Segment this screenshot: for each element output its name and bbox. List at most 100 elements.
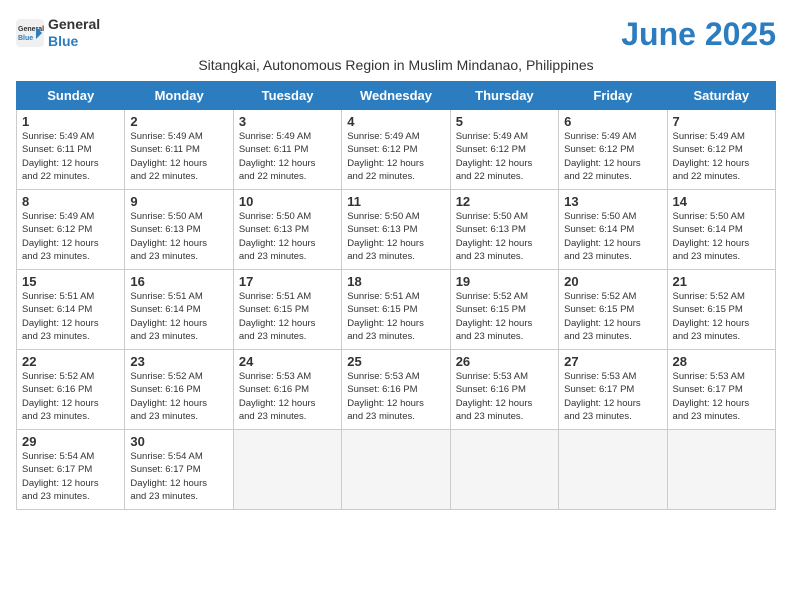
- day-info: Sunrise: 5:53 AM Sunset: 6:17 PM Dayligh…: [564, 370, 661, 423]
- day-info: Sunrise: 5:53 AM Sunset: 6:16 PM Dayligh…: [347, 370, 444, 423]
- day-info: Sunrise: 5:49 AM Sunset: 6:11 PM Dayligh…: [130, 130, 227, 183]
- day-number: 28: [673, 354, 770, 369]
- day-number: 11: [347, 194, 444, 209]
- day-number: 18: [347, 274, 444, 289]
- weekday-header-tuesday: Tuesday: [233, 82, 341, 110]
- day-number: 6: [564, 114, 661, 129]
- calendar-cell: 4Sunrise: 5:49 AM Sunset: 6:12 PM Daylig…: [342, 110, 450, 190]
- day-number: 12: [456, 194, 553, 209]
- day-info: Sunrise: 5:49 AM Sunset: 6:12 PM Dayligh…: [456, 130, 553, 183]
- day-number: 26: [456, 354, 553, 369]
- calendar-cell: 1Sunrise: 5:49 AM Sunset: 6:11 PM Daylig…: [17, 110, 125, 190]
- day-number: 24: [239, 354, 336, 369]
- calendar-cell: [667, 430, 775, 510]
- svg-text:Blue: Blue: [18, 35, 33, 42]
- day-info: Sunrise: 5:49 AM Sunset: 6:11 PM Dayligh…: [22, 130, 119, 183]
- day-number: 4: [347, 114, 444, 129]
- calendar-cell: 21Sunrise: 5:52 AM Sunset: 6:15 PM Dayli…: [667, 270, 775, 350]
- calendar-cell: 9Sunrise: 5:50 AM Sunset: 6:13 PM Daylig…: [125, 190, 233, 270]
- calendar-cell: 20Sunrise: 5:52 AM Sunset: 6:15 PM Dayli…: [559, 270, 667, 350]
- calendar-cell: 16Sunrise: 5:51 AM Sunset: 6:14 PM Dayli…: [125, 270, 233, 350]
- calendar-cell: 29Sunrise: 5:54 AM Sunset: 6:17 PM Dayli…: [17, 430, 125, 510]
- day-number: 22: [22, 354, 119, 369]
- day-info: Sunrise: 5:50 AM Sunset: 6:13 PM Dayligh…: [456, 210, 553, 263]
- calendar-cell: [342, 430, 450, 510]
- weekday-header-saturday: Saturday: [667, 82, 775, 110]
- day-info: Sunrise: 5:51 AM Sunset: 6:15 PM Dayligh…: [347, 290, 444, 343]
- day-number: 17: [239, 274, 336, 289]
- weekday-header-monday: Monday: [125, 82, 233, 110]
- day-number: 8: [22, 194, 119, 209]
- day-number: 19: [456, 274, 553, 289]
- day-number: 20: [564, 274, 661, 289]
- day-info: Sunrise: 5:53 AM Sunset: 6:16 PM Dayligh…: [456, 370, 553, 423]
- day-info: Sunrise: 5:52 AM Sunset: 6:16 PM Dayligh…: [130, 370, 227, 423]
- day-info: Sunrise: 5:51 AM Sunset: 6:14 PM Dayligh…: [130, 290, 227, 343]
- day-number: 14: [673, 194, 770, 209]
- calendar-cell: 14Sunrise: 5:50 AM Sunset: 6:14 PM Dayli…: [667, 190, 775, 270]
- day-number: 16: [130, 274, 227, 289]
- day-info: Sunrise: 5:52 AM Sunset: 6:15 PM Dayligh…: [456, 290, 553, 343]
- day-info: Sunrise: 5:49 AM Sunset: 6:12 PM Dayligh…: [564, 130, 661, 183]
- logo: General Blue General Blue: [16, 16, 100, 50]
- day-number: 1: [22, 114, 119, 129]
- calendar-cell: 27Sunrise: 5:53 AM Sunset: 6:17 PM Dayli…: [559, 350, 667, 430]
- day-number: 7: [673, 114, 770, 129]
- calendar-cell: 28Sunrise: 5:53 AM Sunset: 6:17 PM Dayli…: [667, 350, 775, 430]
- calendar-cell: 13Sunrise: 5:50 AM Sunset: 6:14 PM Dayli…: [559, 190, 667, 270]
- day-number: 21: [673, 274, 770, 289]
- month-title: June 2025: [621, 16, 776, 53]
- day-info: Sunrise: 5:50 AM Sunset: 6:13 PM Dayligh…: [239, 210, 336, 263]
- day-info: Sunrise: 5:49 AM Sunset: 6:12 PM Dayligh…: [673, 130, 770, 183]
- calendar-cell: 23Sunrise: 5:52 AM Sunset: 6:16 PM Dayli…: [125, 350, 233, 430]
- calendar-cell: 6Sunrise: 5:49 AM Sunset: 6:12 PM Daylig…: [559, 110, 667, 190]
- day-number: 2: [130, 114, 227, 129]
- calendar-cell: 25Sunrise: 5:53 AM Sunset: 6:16 PM Dayli…: [342, 350, 450, 430]
- day-info: Sunrise: 5:51 AM Sunset: 6:15 PM Dayligh…: [239, 290, 336, 343]
- calendar-cell: [450, 430, 558, 510]
- calendar-cell: 8Sunrise: 5:49 AM Sunset: 6:12 PM Daylig…: [17, 190, 125, 270]
- day-number: 5: [456, 114, 553, 129]
- weekday-header-sunday: Sunday: [17, 82, 125, 110]
- day-info: Sunrise: 5:51 AM Sunset: 6:14 PM Dayligh…: [22, 290, 119, 343]
- day-info: Sunrise: 5:52 AM Sunset: 6:15 PM Dayligh…: [673, 290, 770, 343]
- day-number: 13: [564, 194, 661, 209]
- day-info: Sunrise: 5:49 AM Sunset: 6:11 PM Dayligh…: [239, 130, 336, 183]
- logo-general: General: [48, 16, 100, 33]
- calendar-cell: 3Sunrise: 5:49 AM Sunset: 6:11 PM Daylig…: [233, 110, 341, 190]
- day-number: 30: [130, 434, 227, 449]
- day-info: Sunrise: 5:50 AM Sunset: 6:14 PM Dayligh…: [673, 210, 770, 263]
- calendar-cell: 12Sunrise: 5:50 AM Sunset: 6:13 PM Dayli…: [450, 190, 558, 270]
- calendar-cell: 5Sunrise: 5:49 AM Sunset: 6:12 PM Daylig…: [450, 110, 558, 190]
- day-number: 3: [239, 114, 336, 129]
- weekday-header-friday: Friday: [559, 82, 667, 110]
- day-info: Sunrise: 5:54 AM Sunset: 6:17 PM Dayligh…: [130, 450, 227, 503]
- day-info: Sunrise: 5:53 AM Sunset: 6:17 PM Dayligh…: [673, 370, 770, 423]
- calendar-cell: [559, 430, 667, 510]
- logo-blue: Blue: [48, 33, 100, 50]
- calendar-cell: 18Sunrise: 5:51 AM Sunset: 6:15 PM Dayli…: [342, 270, 450, 350]
- calendar-cell: 26Sunrise: 5:53 AM Sunset: 6:16 PM Dayli…: [450, 350, 558, 430]
- calendar-cell: 17Sunrise: 5:51 AM Sunset: 6:15 PM Dayli…: [233, 270, 341, 350]
- calendar-subtitle: Sitangkai, Autonomous Region in Muslim M…: [16, 57, 776, 73]
- calendar-cell: 22Sunrise: 5:52 AM Sunset: 6:16 PM Dayli…: [17, 350, 125, 430]
- day-info: Sunrise: 5:50 AM Sunset: 6:14 PM Dayligh…: [564, 210, 661, 263]
- day-info: Sunrise: 5:52 AM Sunset: 6:15 PM Dayligh…: [564, 290, 661, 343]
- calendar-cell: 11Sunrise: 5:50 AM Sunset: 6:13 PM Dayli…: [342, 190, 450, 270]
- calendar-cell: 19Sunrise: 5:52 AM Sunset: 6:15 PM Dayli…: [450, 270, 558, 350]
- calendar-cell: 15Sunrise: 5:51 AM Sunset: 6:14 PM Dayli…: [17, 270, 125, 350]
- weekday-header-thursday: Thursday: [450, 82, 558, 110]
- calendar-table: SundayMondayTuesdayWednesdayThursdayFrid…: [16, 81, 776, 510]
- day-info: Sunrise: 5:54 AM Sunset: 6:17 PM Dayligh…: [22, 450, 119, 503]
- day-number: 25: [347, 354, 444, 369]
- day-info: Sunrise: 5:49 AM Sunset: 6:12 PM Dayligh…: [22, 210, 119, 263]
- calendar-cell: 10Sunrise: 5:50 AM Sunset: 6:13 PM Dayli…: [233, 190, 341, 270]
- weekday-header-wednesday: Wednesday: [342, 82, 450, 110]
- day-info: Sunrise: 5:49 AM Sunset: 6:12 PM Dayligh…: [347, 130, 444, 183]
- calendar-cell: 24Sunrise: 5:53 AM Sunset: 6:16 PM Dayli…: [233, 350, 341, 430]
- day-info: Sunrise: 5:52 AM Sunset: 6:16 PM Dayligh…: [22, 370, 119, 423]
- day-number: 29: [22, 434, 119, 449]
- day-number: 15: [22, 274, 119, 289]
- calendar-cell: 2Sunrise: 5:49 AM Sunset: 6:11 PM Daylig…: [125, 110, 233, 190]
- day-number: 9: [130, 194, 227, 209]
